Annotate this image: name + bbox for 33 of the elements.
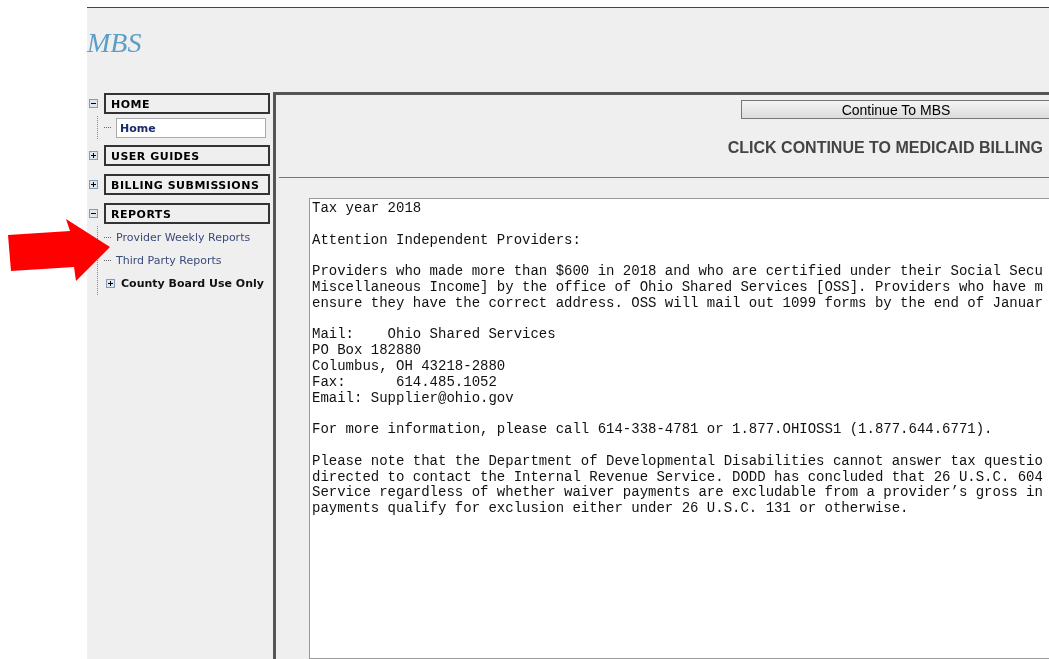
logo: MBS [87, 27, 142, 59]
notice-line: Service regardless of whether waiver payments are excludable from a provider’s gross in [312, 485, 1044, 501]
notice-line: Email: Supplier@ohio.gov [312, 390, 515, 407]
notice-line: Mail: Ohio Shared Services [312, 327, 557, 344]
notice-line: Tax year 2018 [312, 201, 423, 217]
menu-link[interactable]: Home [116, 117, 266, 138]
menu-link[interactable]: Provider Weekly Reports [116, 231, 251, 244]
collapse-icon[interactable] [89, 99, 98, 108]
notice-line: ensure they have the correct address. OSS will mail out 1099 forms by the end of Januar [312, 295, 1044, 312]
notice-line: Fax: 614.485.1052 [312, 374, 498, 391]
notice-line: PO Box 182880 [312, 343, 423, 359]
notice-line: Columbus, OH 43218-2880 [312, 358, 507, 375]
notice-line: For more information, please call 614-338-4781 or 1.877.OHIOSS1 (1.877.644.6771). [312, 422, 994, 438]
expand-icon[interactable] [106, 279, 115, 288]
expand-icon[interactable] [89, 180, 98, 189]
continue-button[interactable]: Continue To MBS [741, 100, 1049, 119]
menu-section-header[interactable]: HOME [104, 93, 270, 114]
arrow-icon [8, 219, 110, 281]
expand-icon[interactable] [89, 151, 98, 160]
menu-section-header[interactable]: BILLING SUBMISSIONS [104, 174, 270, 195]
notice-line: directed to contact the Internal Revenue Service. DODD has concluded that 26 U.S.C. 604 [312, 469, 1044, 485]
notice-line: Please note that the Department of Developmental Disabilities cannot answer tax questio [312, 453, 1044, 470]
page-heading: CLICK CONTINUE TO MEDICAID BILLING [726, 139, 1043, 157]
notice-line: payments qualify for exclusion either under 26 U.S.C. 131 or otherwise. [312, 501, 910, 517]
menu-section-header[interactable]: REPORTS [104, 203, 270, 224]
menu-section-header[interactable]: USER GUIDES [104, 145, 270, 166]
notice-line: Miscellaneous Income] by the office of Ohio Shared Services [OSS]. Providers who have m [312, 280, 1044, 296]
collapse-icon[interactable] [89, 209, 98, 218]
menu-link[interactable]: Third Party Reports [116, 254, 222, 267]
notice-line: Attention Independent Providers: [312, 232, 582, 249]
notice-text-area[interactable] [309, 198, 1049, 659]
tree-item[interactable]: County Board Use Only [121, 277, 264, 290]
notice-line: Providers who made more than $600 in 2018 and who are certified under their Social Secu [312, 264, 1044, 280]
